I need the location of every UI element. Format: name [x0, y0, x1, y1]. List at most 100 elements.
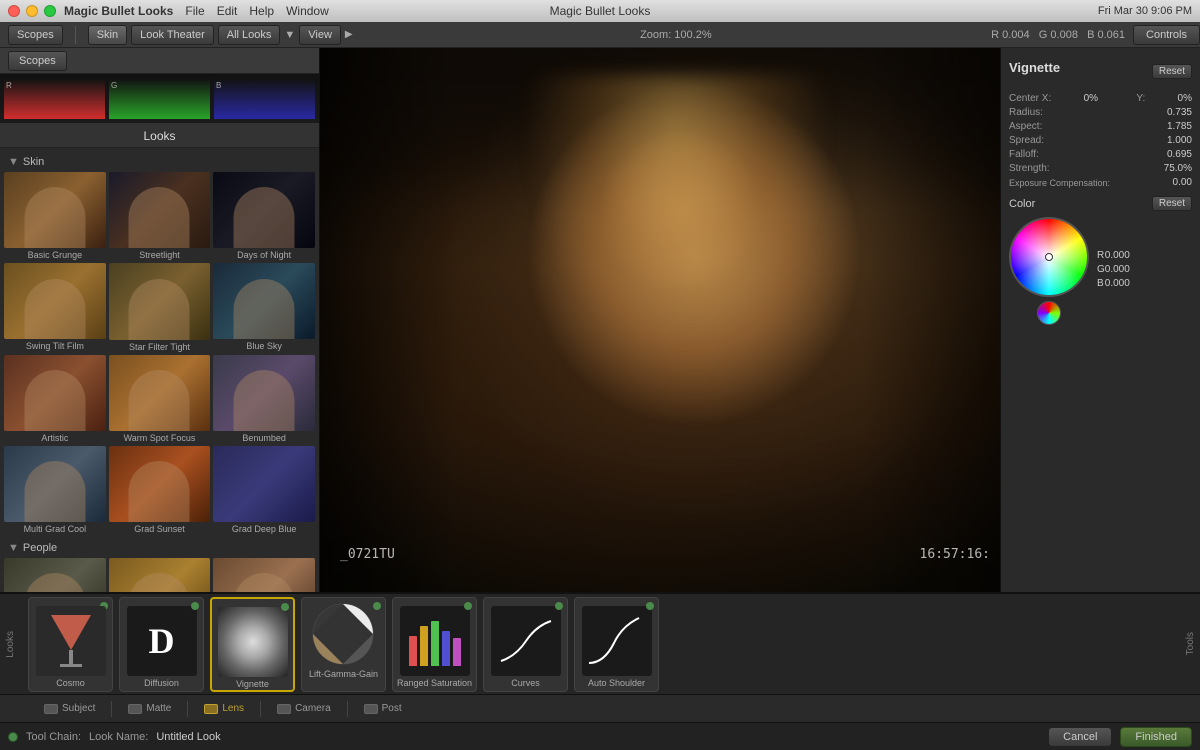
category-skin[interactable]: ▼ Skin [4, 152, 315, 172]
look-name: Artistic [4, 433, 106, 443]
param-value: 0.735 [1167, 107, 1192, 118]
power-indicator [646, 602, 654, 610]
look-basic-grunge[interactable]: Basic Grunge [4, 172, 106, 260]
zoom-label: Zoom: 100.2% [640, 29, 712, 41]
tool-thumbnail [582, 606, 652, 676]
tool-name: Curves [511, 678, 540, 688]
category-arrow: ▼ [8, 542, 19, 554]
rgb-info: R 0.004 G 0.008 B 0.061 [991, 29, 1125, 41]
reset-button[interactable]: Reset [1152, 64, 1192, 79]
ranged-bars [409, 616, 461, 666]
look-berlin-smooth[interactable]: Berlin Smooth [4, 558, 106, 592]
diffusion-icon: D [149, 620, 175, 662]
look-days-of-night[interactable]: Days of Night [213, 172, 315, 260]
parade-blue: B [214, 79, 315, 119]
param-value: 0% [1084, 93, 1098, 104]
tool-ranged-saturation[interactable]: Ranged Saturation [392, 597, 477, 692]
people-looks-grid: Berlin Smooth Movie Star Beauty Shot Ski… [4, 558, 315, 592]
look-grad-deep[interactable]: Grad Deep Blue [213, 446, 315, 534]
tool-thumbnail [400, 606, 470, 676]
subject-icon [44, 704, 58, 714]
separator [75, 26, 76, 44]
view-button[interactable]: View [299, 25, 341, 45]
scopes-toggle-btn[interactable]: Scopes [8, 51, 67, 71]
look-warm-spot[interactable]: Warm Spot Focus [109, 355, 211, 443]
post-label: Post [382, 703, 402, 714]
toolbar: Scopes Skin Look Theater All Looks ▼ Vie… [0, 22, 1200, 48]
menu-edit[interactable]: Edit [217, 4, 238, 18]
tool-auto-shoulder[interactable]: Auto Shoulder [574, 597, 659, 692]
bottom-strip: Subject Matte Lens Camera Post [0, 694, 1200, 722]
tool-name: Vignette [236, 679, 269, 689]
look-artistic[interactable]: Artistic [4, 355, 106, 443]
timecode-left: _0721TU [340, 547, 395, 562]
skin-button[interactable]: Skin [88, 25, 127, 45]
tool-lift-gamma-gain[interactable]: Lift-Gamma-Gain [301, 597, 386, 692]
all-looks-button[interactable]: All Looks [218, 25, 281, 45]
look-swing-tilt[interactable]: Swing Tilt Film [4, 263, 106, 351]
look-thumbnail [4, 355, 106, 431]
tool-curves[interactable]: Curves [483, 597, 568, 692]
traffic-lights [8, 5, 56, 17]
tool-cosmo[interactable]: Cosmo [28, 597, 113, 692]
menu-file[interactable]: File [185, 4, 204, 18]
menu-bar: File Edit Help Window [185, 4, 328, 18]
menu-help[interactable]: Help [249, 4, 274, 18]
look-thumbnail [109, 446, 211, 522]
param-label: Strength: [1009, 163, 1050, 174]
look-movie-star[interactable]: Movie Star [109, 558, 211, 592]
g-value: 0.000 [1105, 264, 1130, 275]
matte-icon [128, 704, 142, 714]
tool-thumbnail [311, 602, 376, 667]
look-thumbnail [109, 172, 211, 248]
close-button[interactable] [8, 5, 20, 17]
look-star-filter[interactable]: Star Filter Tight [109, 263, 211, 351]
color-wheel[interactable] [1009, 217, 1089, 297]
look-blue-sky[interactable]: Blue Sky [213, 263, 315, 351]
menu-window[interactable]: Window [286, 4, 329, 18]
look-thumbnail [213, 558, 315, 592]
strip-subject[interactable]: Subject [44, 703, 95, 714]
strip-camera[interactable]: Camera [277, 703, 331, 714]
finished-button[interactable]: Finished [1120, 727, 1192, 747]
parade-green: G [109, 79, 210, 119]
category-people[interactable]: ▼ People [4, 538, 315, 558]
category-arrow: ▼ [8, 156, 19, 168]
tool-diffusion[interactable]: D Diffusion [119, 597, 204, 692]
controls-title: Vignette [1009, 60, 1060, 75]
strip-divider [347, 701, 348, 717]
look-thumbnail [4, 558, 106, 592]
control-strength: Strength: 75.0% [1009, 163, 1192, 174]
look-name: Warm Spot Focus [109, 433, 211, 443]
dropdown-arrow[interactable]: ▼ [284, 29, 295, 41]
looks-panel-header: Looks [0, 124, 319, 148]
tool-vignette[interactable]: Vignette [210, 597, 295, 692]
category-label: Skin [23, 156, 44, 168]
minimize-button[interactable] [26, 5, 38, 17]
look-grad-sunset[interactable]: Grad Sunset [109, 446, 211, 534]
look-thumbnail [213, 263, 315, 339]
cancel-button[interactable]: Cancel [1048, 727, 1112, 747]
strip-lens[interactable]: Lens [204, 703, 244, 714]
power-indicator [555, 602, 563, 610]
look-theater-button[interactable]: Look Theater [131, 25, 214, 45]
curves-svg [496, 616, 556, 666]
param-value: 75.0% [1164, 163, 1192, 174]
play-icon[interactable]: ▶ [345, 29, 353, 40]
scopes-button[interactable]: Scopes [8, 25, 63, 45]
control-falloff: Falloff: 0.695 [1009, 149, 1192, 160]
look-benumbed[interactable]: Benumbed [213, 355, 315, 443]
param-value: 0.695 [1167, 149, 1192, 160]
strip-post[interactable]: Post [364, 703, 402, 714]
look-beauty-shot[interactable]: Beauty Shot [213, 558, 315, 592]
maximize-button[interactable] [44, 5, 56, 17]
look-streetlight[interactable]: Streetlight [109, 172, 211, 260]
look-name: Basic Grunge [4, 250, 106, 260]
look-multi-grad[interactable]: Multi Grad Cool [4, 446, 106, 534]
toolchain-power[interactable] [8, 732, 18, 742]
color-reset-button[interactable]: Reset [1152, 196, 1192, 211]
parade-r-label: R [6, 81, 12, 90]
strip-matte[interactable]: Matte [128, 703, 171, 714]
g-label: G [1097, 264, 1105, 275]
looks-list[interactable]: ▼ Skin Basic Grunge Streetlight Days of … [0, 148, 319, 592]
